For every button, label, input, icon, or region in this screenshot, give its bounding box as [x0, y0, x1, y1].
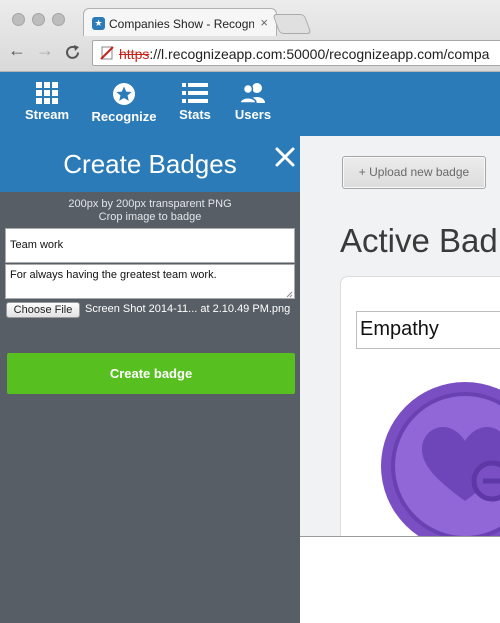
nav-stream[interactable]: Stream [22, 72, 72, 136]
nav-stats[interactable]: Stats [174, 72, 216, 136]
browser-tab[interactable]: ★ Companies Show - Recognize × [83, 8, 277, 36]
browser-chrome: ★ Companies Show - Recognize × ← → https… [0, 0, 500, 72]
users-icon [240, 83, 265, 104]
url-scheme: https [119, 46, 150, 62]
minimize-window-button[interactable] [32, 13, 45, 26]
create-badge-button[interactable]: Create badge [7, 353, 295, 394]
zoom-window-button[interactable] [52, 13, 65, 26]
reload-icon[interactable] [64, 44, 81, 61]
crop-hint: Crop image to badge [98, 211, 202, 223]
nav-recognize-label: Recognize [91, 109, 157, 124]
close-icon[interactable] [274, 146, 296, 168]
list-icon [182, 83, 208, 103]
url-host: ://l.recognizeapp.com:50000/recognizeapp… [149, 46, 490, 62]
forward-icon[interactable]: → [36, 40, 54, 61]
nav-users[interactable]: Users [232, 72, 274, 136]
grid-icon [36, 82, 58, 104]
badge-card: Empathy [340, 276, 500, 536]
nav-stats-label: Stats [179, 107, 211, 122]
panel-header: Create Badges [0, 136, 300, 192]
app-nav: Stream Recognize Stats Users [0, 72, 500, 136]
heart-badge-icon [381, 382, 500, 536]
resize-handle-icon[interactable] [286, 291, 293, 298]
new-tab-button[interactable] [272, 14, 312, 34]
badge-description-textarea[interactable]: For always having the greatest team work… [5, 264, 295, 299]
panel-title: Create Badges [63, 149, 237, 179]
tab-title: Companies Show - Recognize [109, 17, 254, 31]
badge-name-input[interactable]: Team work [5, 228, 295, 263]
selected-file-name: Screen Shot 2014-11... at 2.10.49 PM.png [85, 303, 291, 315]
address-bar[interactable]: https://l.recognizeapp.com:50000/recogni… [92, 40, 500, 66]
close-window-button[interactable] [12, 13, 25, 26]
upload-new-badge-button[interactable]: + Upload new badge [342, 156, 486, 189]
size-hint: 200px by 200px transparent PNG [68, 198, 232, 210]
nav-users-label: Users [234, 107, 272, 122]
favicon-star-icon: ★ [92, 17, 105, 30]
create-badges-panel: Create Badges 200px by 200px transparent… [0, 136, 300, 623]
main-content: + Upload new badge Active Bad Empathy [300, 136, 500, 537]
nav-stream-label: Stream [24, 107, 70, 122]
badge-name-field[interactable]: Empathy [356, 311, 500, 349]
url-text: https://l.recognizeapp.com:50000/recogni… [119, 46, 489, 62]
active-badges-heading: Active Bad [340, 222, 498, 259]
insecure-lock-icon [100, 46, 114, 60]
nav-recognize[interactable]: Recognize [90, 72, 158, 136]
tab-close-icon[interactable]: × [260, 15, 268, 30]
choose-file-button[interactable]: Choose File [6, 302, 80, 318]
back-icon[interactable]: ← [8, 40, 26, 61]
star-badge-icon [113, 83, 135, 105]
